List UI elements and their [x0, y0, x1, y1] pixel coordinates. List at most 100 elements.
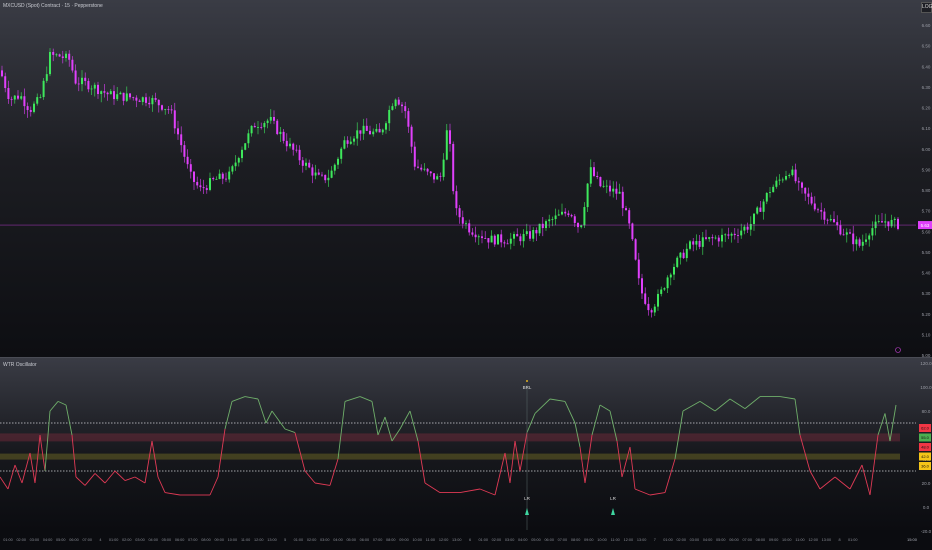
candle-body: [90, 88, 93, 90]
signal-label: LR: [524, 496, 531, 501]
osc-segment: [57, 400, 67, 406]
yellow-band: [0, 453, 900, 460]
time-tick-label: 11:00: [795, 538, 804, 542]
candle-body: [516, 234, 519, 237]
osc-segment: [699, 401, 716, 412]
time-tick-label: 02:00: [122, 538, 132, 542]
candle-body: [650, 310, 653, 313]
candle-body: [679, 252, 682, 258]
candle-body: [548, 219, 551, 222]
candle-body: [490, 235, 493, 243]
osc-segment: [629, 446, 636, 490]
candle-body: [525, 231, 528, 235]
candle-body: [13, 95, 16, 100]
candle-body: [580, 225, 583, 228]
candle-body: [737, 235, 739, 236]
candle-body: [340, 148, 343, 159]
candle-body: [628, 210, 631, 224]
price-tick-label: 5.20: [922, 312, 931, 317]
osc-segment: [682, 401, 701, 412]
candle-body: [634, 239, 637, 260]
candle-body: [381, 129, 384, 133]
candle-body: [532, 230, 535, 239]
candle-body: [1, 70, 3, 77]
time-tick-label: 01:00: [663, 538, 673, 542]
candle-body: [810, 196, 813, 204]
candle-body: [653, 306, 656, 313]
osc-segment: [94, 473, 106, 484]
candle-body: [429, 171, 432, 174]
osc-segment: [849, 464, 863, 490]
time-tick-label: 01:00: [3, 538, 13, 542]
candle-body: [644, 293, 647, 304]
osc-segment: [649, 492, 666, 496]
candle-body: [308, 162, 311, 168]
candle-body: [305, 162, 307, 166]
candle-body: [122, 92, 125, 101]
osc-segment: [284, 428, 296, 434]
candle-body: [465, 223, 467, 225]
candle-body: [397, 99, 400, 105]
candle-body: [378, 128, 381, 133]
candle-body: [186, 156, 189, 165]
osc-tick-label: 0.0: [923, 505, 930, 510]
candle-body: [689, 241, 691, 249]
osc-segment: [819, 476, 836, 490]
time-tick-label: 10:00: [597, 538, 607, 542]
osc-value-label: 48.0: [921, 445, 930, 450]
candle-body: [225, 178, 227, 180]
osc-segment: [509, 440, 516, 484]
candle-body: [657, 293, 659, 307]
candle-body: [113, 91, 115, 100]
osc-segment: [49, 401, 59, 412]
candle-body: [727, 234, 730, 236]
candle-body: [471, 232, 474, 235]
candle-body: [497, 234, 499, 245]
osc-value-label: 36.0: [921, 464, 930, 469]
chart-canvas: 6.60 6.50 6.40 6.30 6.20 6.10 6.00 5.90 5.80 5.70…: [0, 23, 932, 542]
time-tick-label: 08:00: [201, 538, 211, 542]
time-tick-label: 02:00: [676, 538, 686, 542]
time-tick-label: 05:00: [162, 538, 172, 542]
time-tick-label: 05:00: [346, 538, 356, 542]
alert-icon: [895, 347, 901, 353]
time-tick-label: 06:00: [69, 538, 79, 542]
candle-body: [375, 128, 378, 132]
candle-body: [417, 166, 419, 168]
osc-segment: [164, 492, 181, 496]
candle-body: [244, 143, 247, 150]
osc-segment: [265, 410, 273, 424]
candle-body: [394, 99, 397, 107]
candle-body: [39, 97, 42, 98]
candle-body: [33, 103, 35, 112]
signal-arrow-up-icon: [611, 508, 615, 515]
time-tick-label: 07:00: [742, 538, 752, 542]
candle-body: [829, 219, 832, 221]
candle-body: [855, 239, 858, 245]
candle-body: [349, 141, 352, 144]
candle-body: [314, 172, 317, 176]
time-tick-label: 04:00: [703, 538, 713, 542]
candle-body: [593, 167, 595, 176]
candle-body: [42, 80, 45, 98]
candle-body: [775, 180, 778, 187]
candle-body: [4, 76, 7, 89]
candle-body: [20, 96, 23, 99]
osc-segment: [329, 458, 339, 486]
time-tick-label: 06:00: [175, 538, 185, 542]
candle-body: [477, 236, 480, 238]
time-tick-label: 01:00: [848, 538, 858, 542]
candle-body: [301, 160, 304, 166]
candle-body: [196, 181, 199, 186]
candle-body: [276, 120, 279, 135]
candle-body: [148, 102, 151, 105]
candle-body: [157, 99, 160, 106]
price-tick-label: 5.00: [922, 353, 931, 358]
candle-body: [295, 149, 298, 151]
candle-body: [205, 188, 208, 190]
current-price-label: 5.63: [921, 223, 930, 228]
candle-body: [474, 234, 477, 238]
candle-body: [317, 172, 320, 175]
candle-body: [257, 127, 259, 128]
price-tick-label: 6.60: [922, 23, 931, 28]
